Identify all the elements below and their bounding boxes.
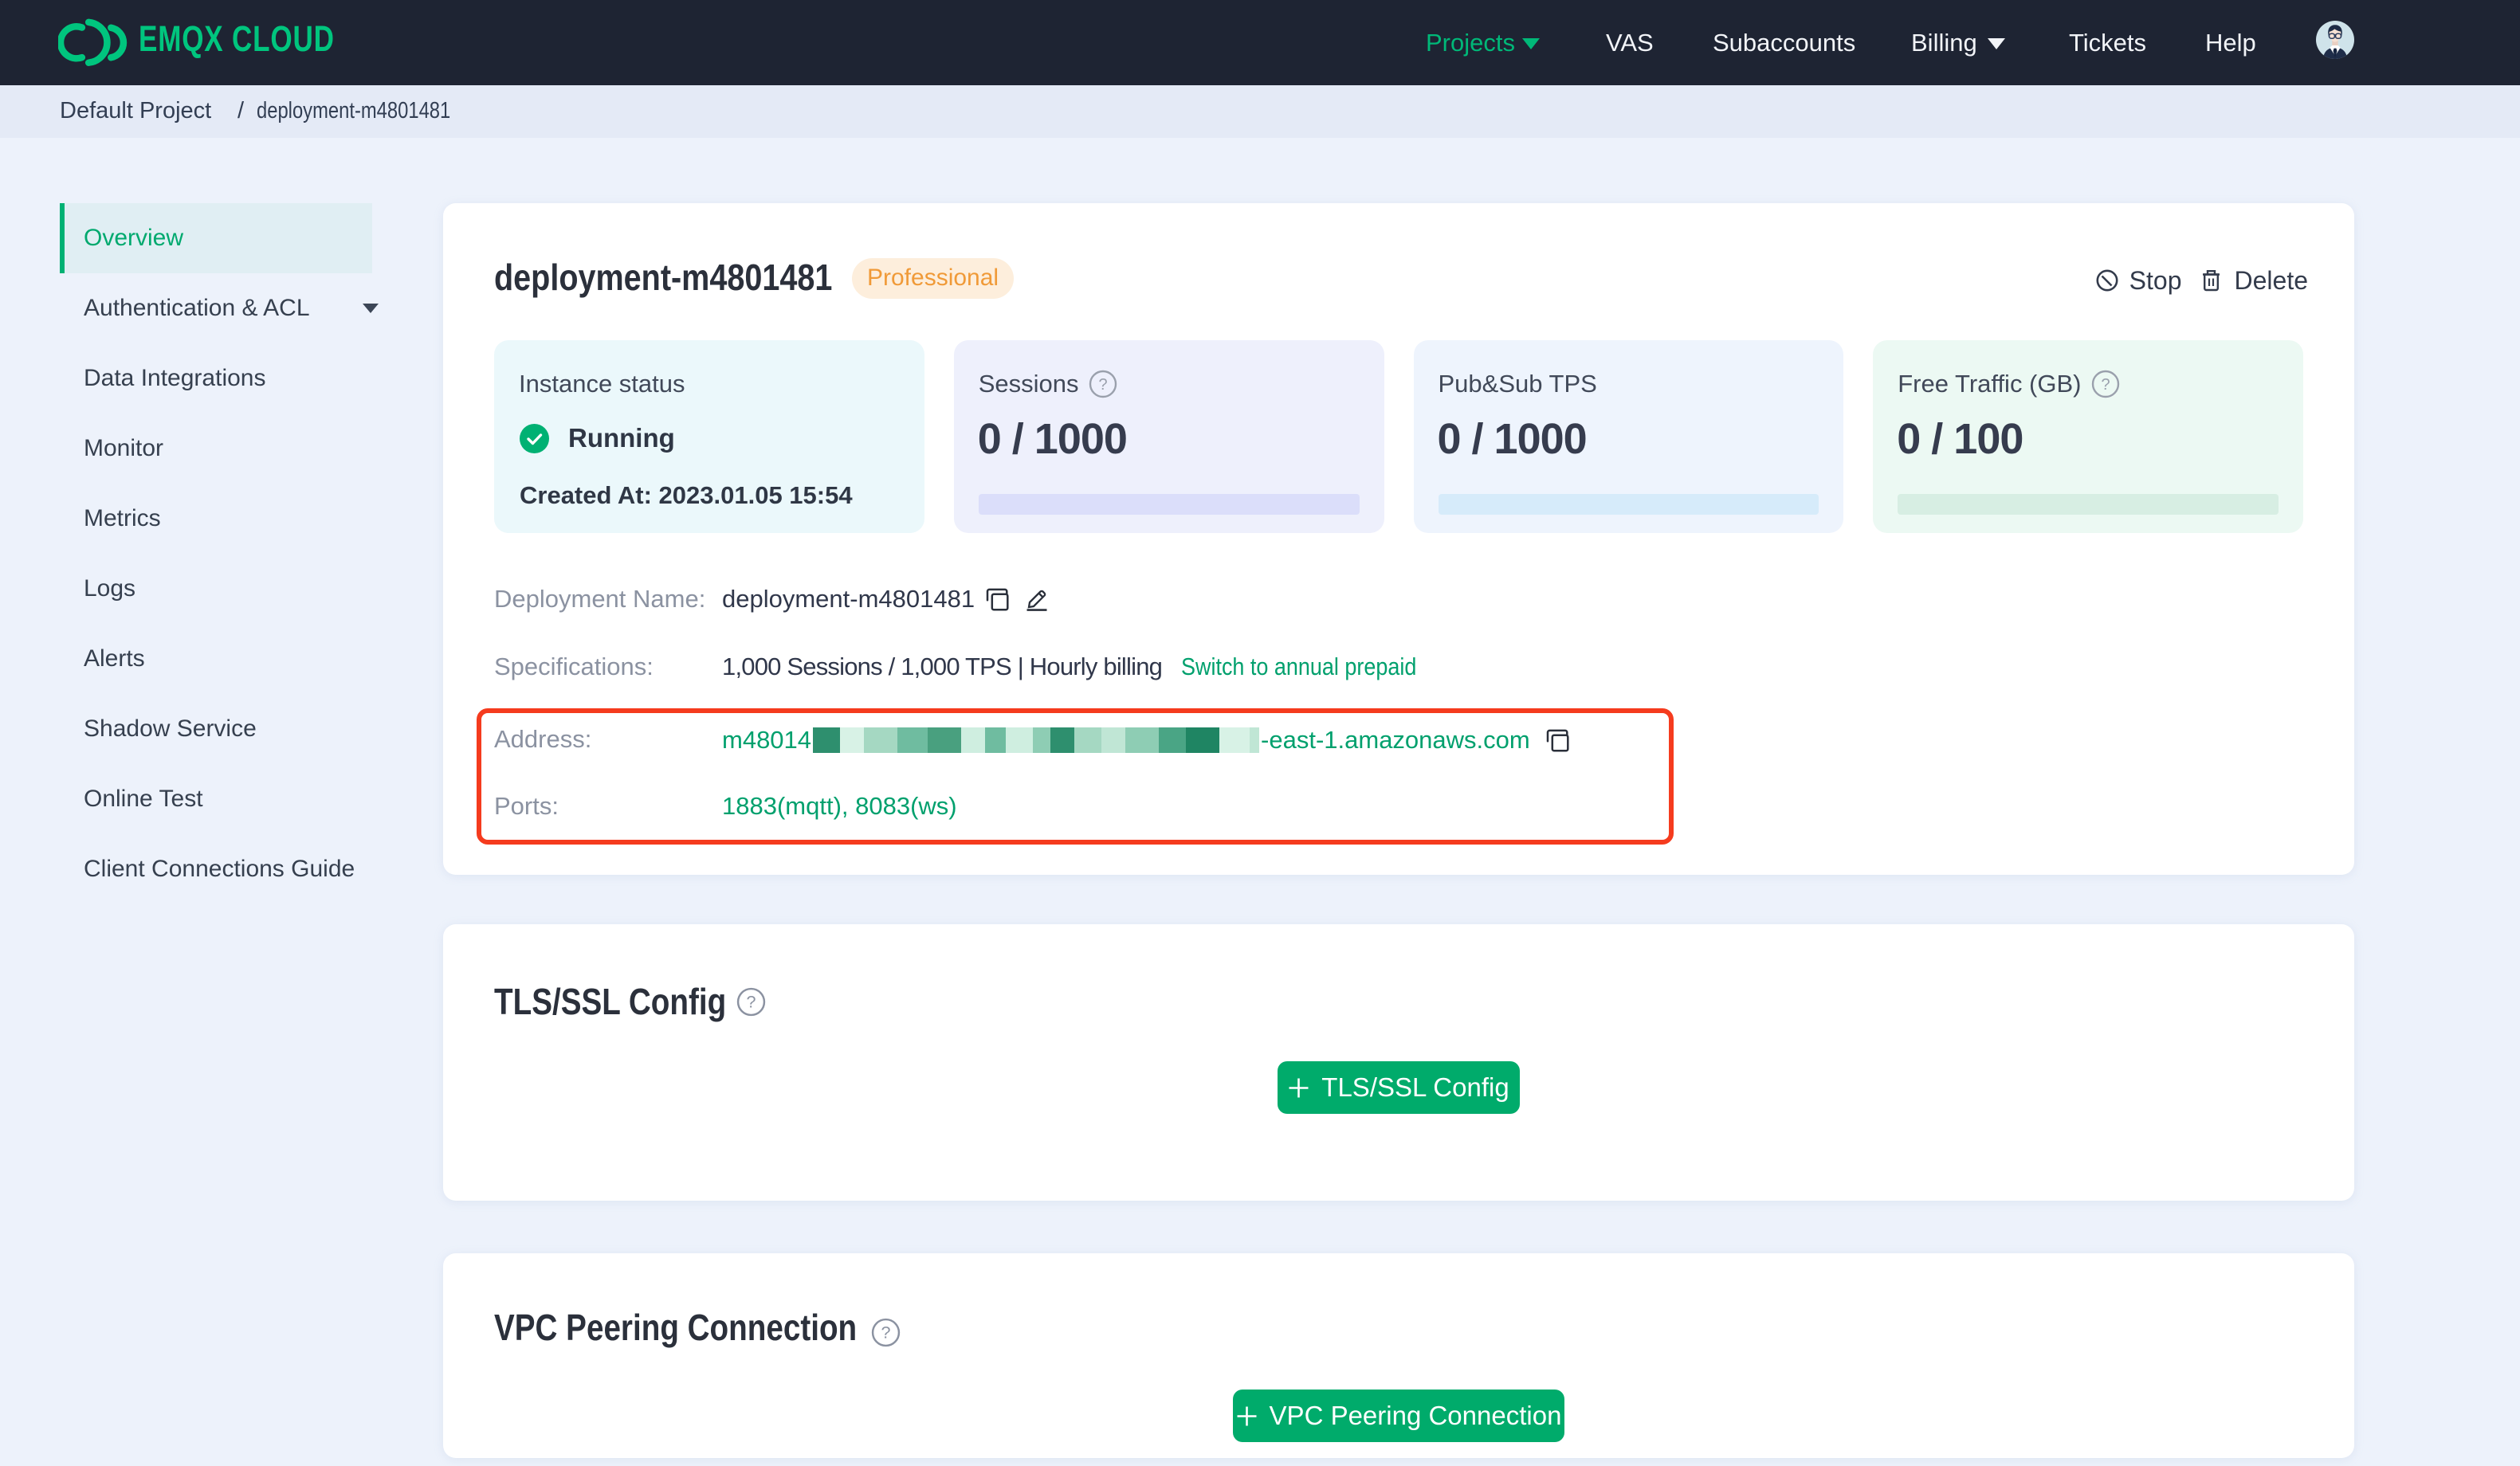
svg-text:?: ? <box>746 992 756 1012</box>
svg-text:?: ? <box>1098 376 1107 394</box>
svg-text:?: ? <box>2101 376 2110 394</box>
svg-text:?: ? <box>881 1323 890 1343</box>
